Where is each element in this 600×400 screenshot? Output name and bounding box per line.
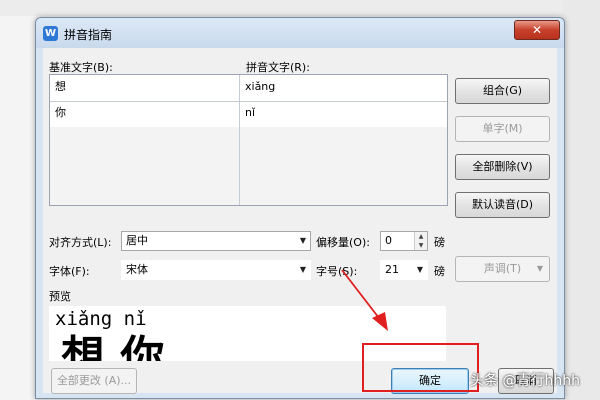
arrow-head	[372, 312, 388, 331]
arrow-line	[341, 269, 383, 323]
red-arrow-annotation	[341, 269, 388, 331]
watermark-text: 头条 @青行hhhh	[470, 373, 580, 389]
